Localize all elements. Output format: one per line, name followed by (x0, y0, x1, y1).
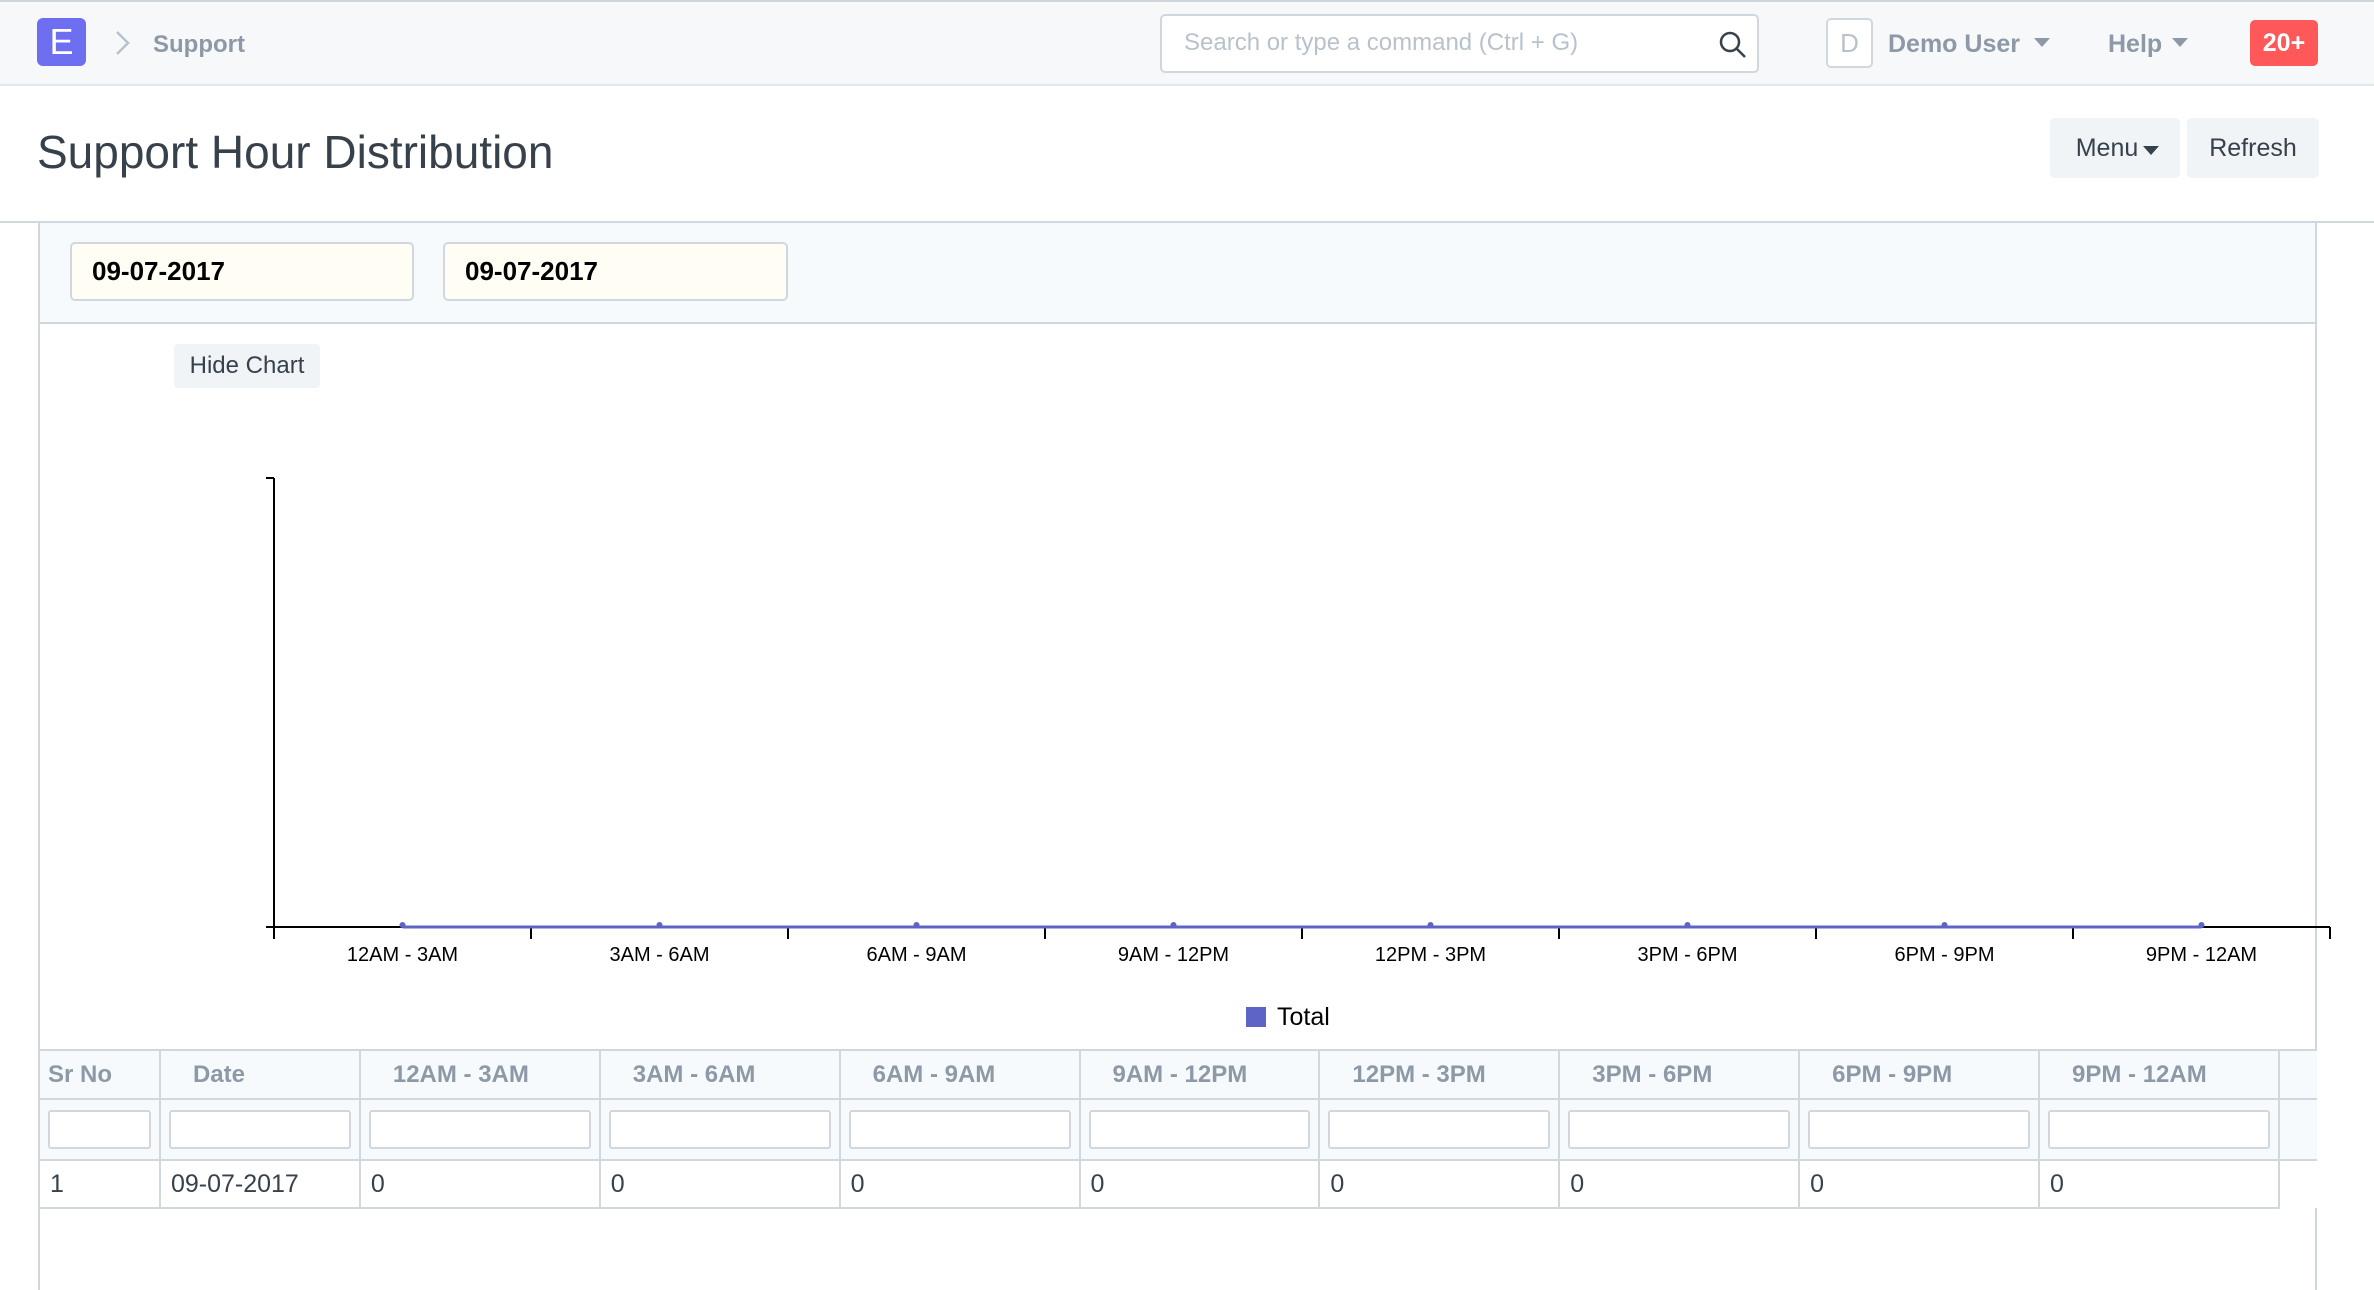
column-filter-input[interactable] (48, 1110, 151, 1149)
data-point (1684, 922, 1691, 928)
header-row: Sr No Date 12AM - 3AM 3AM - 6AM 6AM - 9A… (38, 1049, 2317, 1100)
data-point (656, 922, 663, 928)
column-header[interactable]: 9AM - 12PM (1078, 1049, 1321, 1100)
table-cell[interactable]: 0 (1558, 1159, 1801, 1209)
column-filter-input[interactable] (2048, 1110, 2270, 1149)
data-point (399, 922, 406, 928)
report-grid: Sr No Date 12AM - 3AM 3AM - 6AM 6AM - 9A… (38, 1049, 2317, 1209)
table-cell[interactable]: 09-07-2017 (158, 1159, 361, 1209)
x-tick-label: 6PM - 9PM (1894, 944, 1994, 966)
filter-cell (1798, 1098, 2041, 1161)
column-filter-input[interactable] (848, 1110, 1071, 1149)
table-cell[interactable]: 0 (2038, 1159, 2280, 1209)
filter-cell (2038, 1098, 2280, 1161)
column-filter-input[interactable] (368, 1110, 591, 1149)
column-header[interactable]: 6AM - 9AM (838, 1049, 1081, 1100)
x-tick-label: 9AM - 12PM (1118, 944, 1229, 966)
legend-label-total: Total (1277, 1003, 1330, 1031)
x-tick-label: 3AM - 6AM (609, 944, 709, 966)
column-filter-input[interactable] (1808, 1110, 2031, 1149)
table-cell[interactable]: 0 (1318, 1159, 1561, 1209)
row-spacer (2278, 1160, 2317, 1208)
data-point (1941, 922, 1948, 928)
column-header[interactable]: 3AM - 6AM (598, 1049, 841, 1100)
data-point (1427, 922, 1434, 928)
filter-spacer (2278, 1098, 2317, 1161)
table-cell[interactable]: 0 (838, 1159, 1081, 1209)
x-tick-label: 12AM - 3AM (347, 944, 458, 966)
column-filter-input[interactable] (1088, 1110, 1311, 1149)
filter-cell (838, 1098, 1081, 1161)
table-row[interactable]: 1 09-07-2017 0 0 0 0 0 0 0 0 (38, 1159, 2317, 1209)
filter-cell (158, 1098, 361, 1161)
column-header[interactable]: Sr No (38, 1049, 161, 1100)
filter-cell (38, 1098, 161, 1161)
column-filter-input[interactable] (1328, 1110, 1551, 1149)
x-tick-label: 6AM - 9AM (866, 944, 966, 966)
report-table: Sr No Date 12AM - 3AM 3AM - 6AM 6AM - 9A… (38, 1049, 2317, 1209)
filter-cell (1318, 1098, 1561, 1161)
column-header[interactable]: Date (158, 1049, 361, 1100)
table-cell[interactable]: 1 (38, 1159, 161, 1209)
x-tick-label: 12PM - 3PM (1375, 944, 1486, 966)
column-header[interactable]: 12PM - 3PM (1318, 1049, 1561, 1100)
table-cell[interactable]: 0 (1078, 1159, 1321, 1209)
filter-cell (1078, 1098, 1321, 1161)
filter-cell (1558, 1098, 1801, 1161)
column-header[interactable]: 12AM - 3AM (358, 1049, 601, 1100)
x-tick-label: 3PM - 6PM (1637, 944, 1737, 966)
data-point (1170, 922, 1177, 928)
x-tick-label: 9PM - 12AM (2146, 944, 2257, 966)
filter-row (38, 1098, 2317, 1161)
legend-swatch-total (1246, 1007, 1266, 1027)
filter-cell (598, 1098, 841, 1161)
data-point (2198, 922, 2205, 928)
column-filter-input[interactable] (608, 1110, 831, 1149)
table-cell[interactable]: 0 (358, 1159, 601, 1209)
column-filter-input[interactable] (168, 1110, 351, 1149)
filter-cell (358, 1098, 601, 1161)
table-cell[interactable]: 0 (598, 1159, 841, 1209)
column-header[interactable]: 9PM - 12AM (2038, 1049, 2280, 1100)
column-header[interactable]: 3PM - 6PM (1558, 1049, 1801, 1100)
data-point (913, 922, 920, 928)
column-filter-input[interactable] (1568, 1110, 1791, 1149)
header-spacer (2278, 1049, 2317, 1100)
table-cell[interactable]: 0 (1798, 1159, 2041, 1209)
column-header[interactable]: 6PM - 9PM (1798, 1049, 2041, 1100)
